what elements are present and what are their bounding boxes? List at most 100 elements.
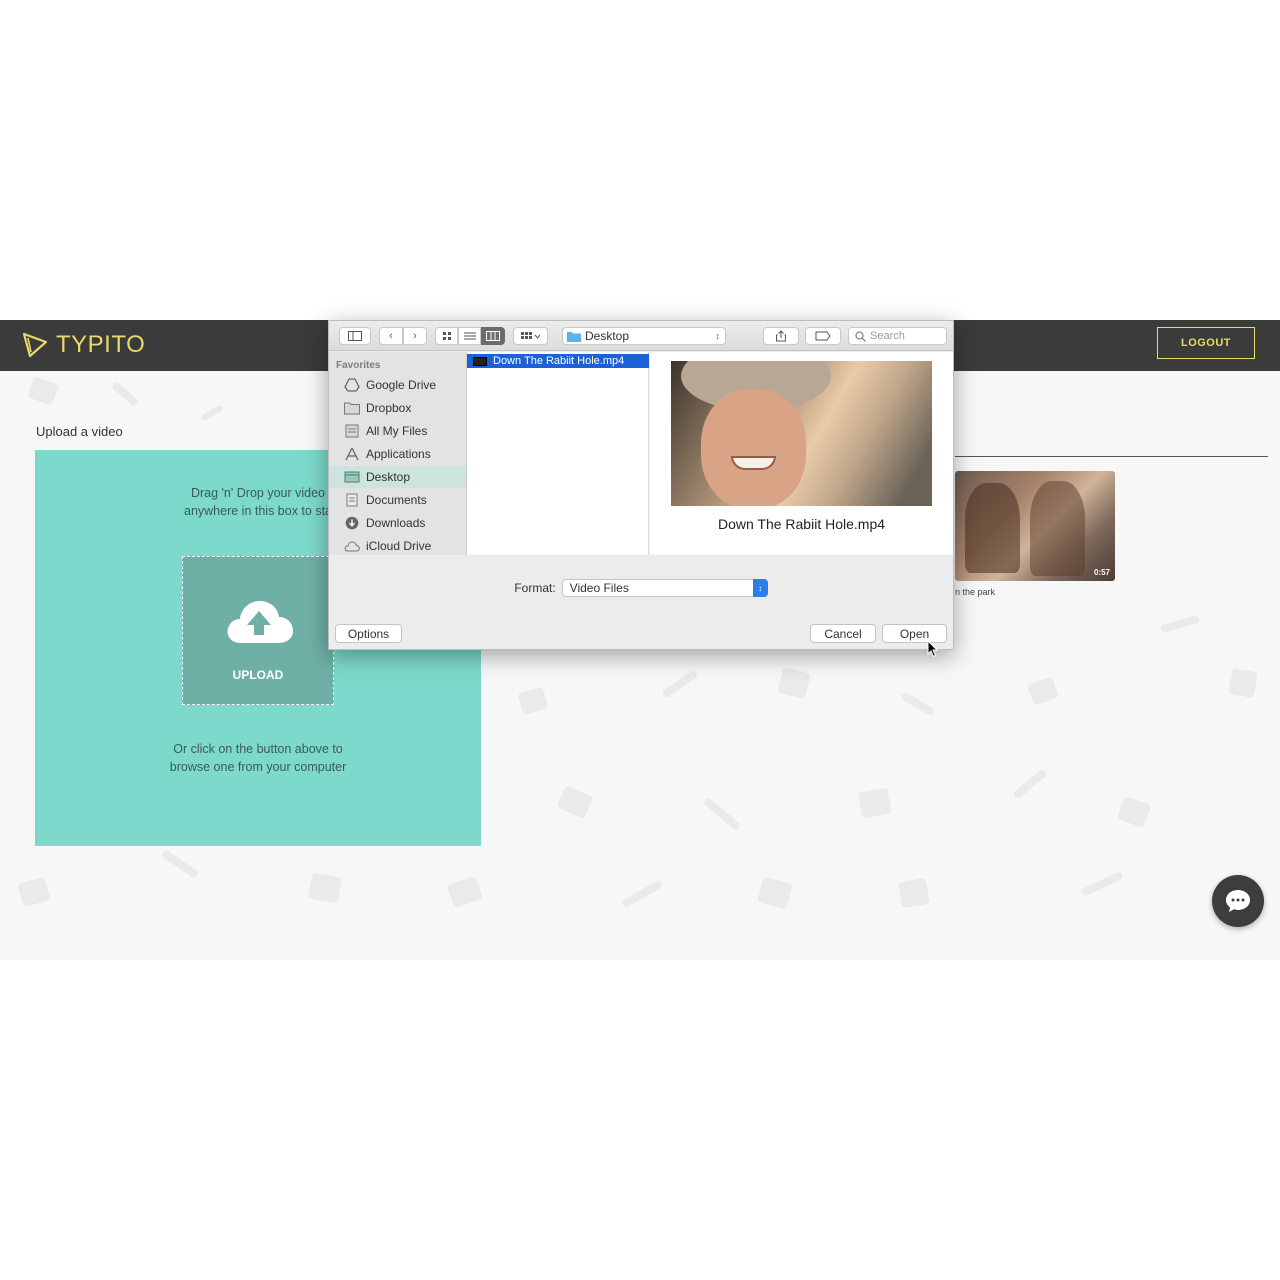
background-pattern [17,876,51,908]
options-button[interactable]: Options [335,624,402,643]
sidebar-item-desktop[interactable]: Desktop [329,466,466,488]
folder-icon [344,402,360,415]
background-pattern [1159,614,1201,634]
folder-icon [567,332,581,342]
file-name: Down The Rabiit Hole.mp4 [493,355,625,367]
upload-section-title: Upload a video [36,424,123,439]
background-pattern [757,876,793,910]
file-preview-pane: Down The Rabiit Hole.mp4 [650,352,953,555]
sidebar-item-label: All My Files [366,424,428,438]
browse-line-1: Or click on the button above to [173,742,343,756]
sidebar-item-label: Dropbox [366,401,412,415]
logout-button[interactable]: LOGOUT [1157,327,1255,359]
background-pattern [777,666,811,700]
documents-icon [346,493,358,507]
upload-button[interactable]: UPLOAD [182,556,334,705]
sidebar-item-label: iCloud Drive [366,539,432,553]
chat-support-button[interactable] [1212,875,1264,927]
sidebar-item-label: Google Drive [366,378,437,392]
desktop-icon [344,471,360,483]
file-browser-column: Down The Rabiit Hole.mp4 [467,352,649,555]
sidebar-item-google-drive[interactable]: Google Drive [329,374,466,396]
downloads-icon [345,516,359,530]
background-pattern [1027,676,1059,706]
format-dropdown[interactable]: Video Files ↕ [561,579,768,597]
background-pattern [1116,795,1152,829]
sidebar-item-icloud-drive[interactable]: iCloud Drive [329,535,466,557]
file-list-item[interactable]: Down The Rabiit Hole.mp4 [467,354,649,368]
all-files-icon [345,424,359,438]
dialog-toolbar: ‹ › Desktop ↕ Search [329,321,953,351]
background-pattern [857,787,893,819]
preview-smile [731,456,776,470]
background-pattern [110,381,140,407]
preview-file-name: Down The Rabiit Hole.mp4 [717,516,886,532]
recent-video-thumbnail[interactable]: 0:57 [955,471,1115,581]
background-pattern [200,404,224,422]
share-icon [776,330,786,342]
browse-instructions: Or click on the button above to browse o… [35,740,481,776]
background-pattern [1012,768,1048,800]
thumbnail-person-right [1030,481,1085,576]
favorites-section-label: Favorites [336,360,381,371]
format-label: Format: [514,581,556,595]
background-pattern [620,879,664,909]
recent-video-caption[interactable]: n the park [955,587,995,597]
typito-logo-icon [22,332,48,358]
sidebar-item-documents[interactable]: Documents [329,489,466,511]
background-pattern [446,875,484,909]
applications-icon [345,447,359,461]
browse-line-2: browse one from your computer [169,760,347,774]
sidebar-item-label: Applications [366,447,431,461]
arrange-grid-icon [520,332,540,339]
video-duration: 0:57 [1093,568,1110,577]
cancel-button[interactable]: Cancel [810,624,876,643]
background-pattern [307,872,343,904]
back-button[interactable]: ‹ [379,327,403,345]
chevron-updown-icon: ↕ [715,331,721,341]
location-label: Desktop [585,329,630,343]
sidebar-item-downloads[interactable]: Downloads [329,512,466,534]
background-pattern [1080,871,1124,897]
icon-view-icon [442,332,451,340]
sidebar-toggle-icon [348,331,362,341]
chevron-left-icon: ‹ [389,330,393,342]
search-placeholder: Search [870,330,905,342]
video-file-icon [473,356,487,366]
search-field[interactable]: Search [848,327,947,345]
thumbnail-person-left [965,483,1020,573]
google-drive-icon [344,378,360,392]
list-view-button[interactable] [458,327,481,345]
logo-text: TYPITO [56,331,146,358]
sidebar-item-all-my-files[interactable]: All My Files [329,420,466,442]
sidebar-item-label: Downloads [366,516,426,530]
background-pattern [517,687,549,715]
sidebar-toggle-button[interactable] [339,327,371,345]
column-view-button[interactable] [481,327,505,345]
cloud-icon [344,541,360,552]
share-button[interactable] [763,327,799,345]
location-dropdown[interactable]: Desktop ↕ [562,327,726,345]
background-pattern [661,669,699,699]
chevron-updown-icon: ↕ [752,579,768,597]
format-value: Video Files [569,581,629,595]
search-icon [855,330,866,342]
dialog-sidebar: Favorites Google Drive Dropbox All My Fi… [329,352,467,555]
background-pattern [702,796,742,832]
preview-face [701,389,806,506]
sidebar-item-dropbox[interactable]: Dropbox [329,397,466,419]
video-preview-image [671,361,932,506]
tags-button[interactable] [805,327,841,345]
background-pattern [1227,667,1259,699]
arrange-button[interactable] [513,327,548,345]
upload-button-label: UPLOAD [232,668,284,682]
typito-logo[interactable]: TYPITO [20,328,145,362]
format-row: Format: Video Files ↕ [329,579,953,597]
icon-view-button[interactable] [435,327,458,345]
sidebar-item-applications[interactable]: Applications [329,443,466,465]
background-pattern [161,849,199,879]
file-open-dialog: ‹ › Desktop ↕ Search Favorites Google Dr… [328,320,954,650]
background-pattern [897,877,931,909]
sidebar-item-label: Desktop [366,470,411,484]
forward-button[interactable]: › [403,327,427,345]
